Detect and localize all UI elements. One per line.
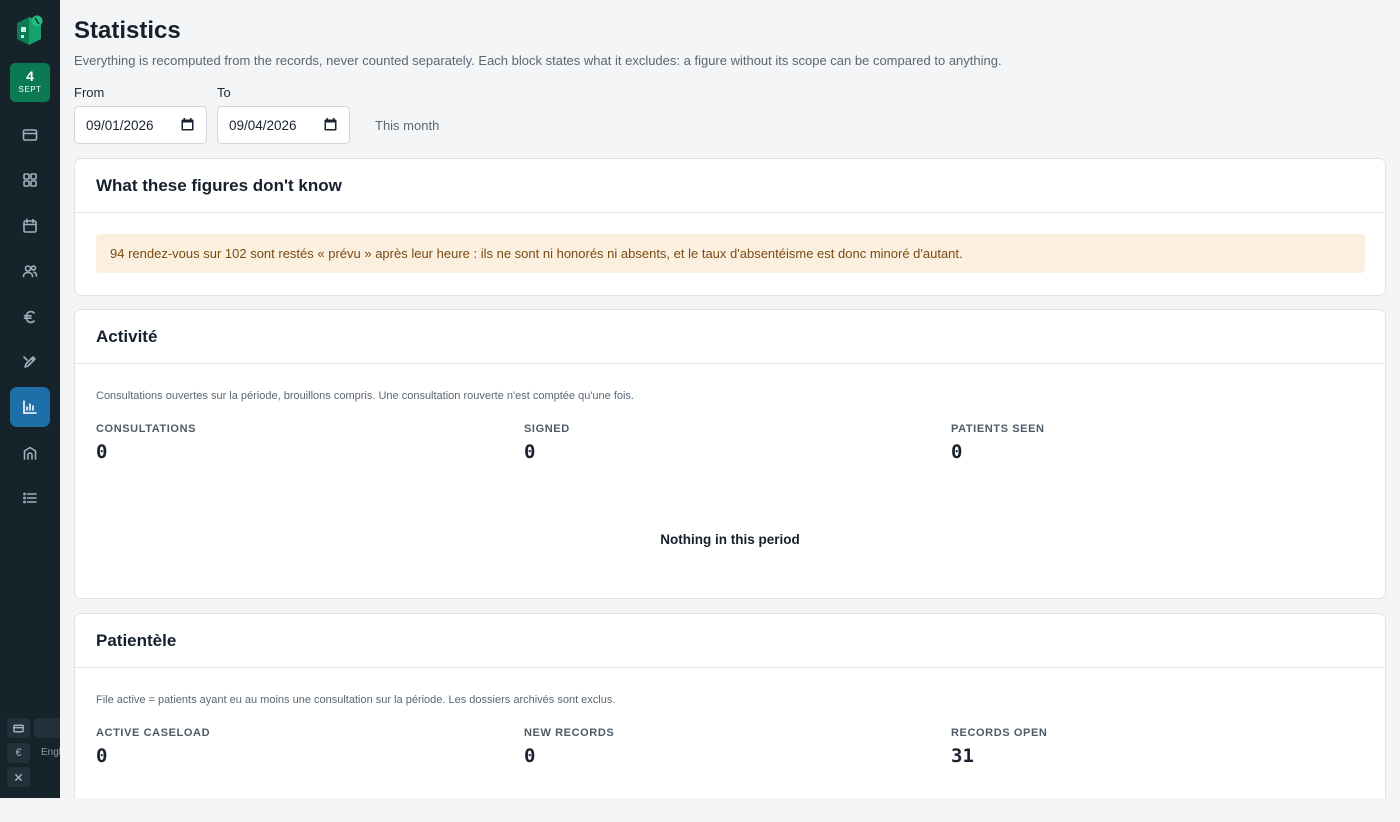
list-icon [23, 492, 37, 504]
bar-chart-icon [23, 400, 37, 414]
main-content: Statistics Everything is recomputed from… [60, 0, 1400, 798]
from-label: From [74, 85, 105, 100]
today-day: 4 [26, 68, 34, 84]
calendar-icon[interactable] [181, 118, 194, 131]
stat-label-consultations: CONSULTATIONS [96, 423, 197, 435]
activity-card: Activité Consultations ouvertes sur la p… [74, 309, 1386, 599]
calendar-icon[interactable] [324, 118, 337, 131]
caseload-card-title: Patientèle [75, 614, 1385, 668]
stat-label-active-caseload: ACTIVE CASELOAD [96, 727, 211, 739]
stat-value-records-open: 31 [951, 745, 974, 767]
stat-value-consultations: 0 [96, 441, 108, 463]
limits-card-title: What these figures don't know [75, 159, 1385, 213]
nav-finance[interactable] [10, 297, 50, 337]
billing-shortcut[interactable] [7, 718, 30, 738]
unresolved-appointments-warning: 94 rendez-vous sur 102 sont restés « pré… [96, 234, 1365, 273]
nav-dashboard[interactable] [10, 160, 50, 200]
credit-card-icon [22, 129, 38, 141]
calendar-icon [23, 218, 37, 233]
limits-card: What these figures don't know 94 rendez-… [74, 158, 1386, 296]
stat-value-new-records: 0 [524, 745, 536, 767]
language-selector[interactable]: English [41, 747, 60, 758]
close-icon [15, 773, 22, 781]
stat-value-signed: 0 [524, 441, 536, 463]
page-intro: Everything is recomputed from the record… [74, 53, 1002, 68]
page-title: Statistics [74, 17, 181, 44]
building-icon [23, 446, 37, 460]
nav-statistics[interactable] [10, 387, 50, 427]
today-badge[interactable]: 4 SEPT [10, 63, 50, 102]
credit-card-icon [13, 724, 24, 732]
euro-icon [23, 310, 35, 324]
stat-label-patients-seen: PATIENTS SEEN [951, 423, 1045, 435]
pen-icon [23, 356, 36, 368]
nav-tools[interactable] [10, 342, 50, 382]
from-date-input[interactable]: 09/01/2026 [74, 106, 207, 144]
this-month-button[interactable]: This month [375, 118, 439, 133]
grid-icon [23, 173, 37, 187]
to-date-input[interactable]: 09/04/2026 [217, 106, 350, 144]
nav-billing[interactable] [10, 115, 50, 155]
stat-label-records-open: RECORDS OPEN [951, 727, 1048, 739]
stat-label-new-records: NEW RECORDS [524, 727, 615, 739]
caseload-scope-note: File active = patients ayant eu au moins… [96, 694, 616, 706]
activity-card-title: Activité [75, 310, 1385, 364]
stat-value-patients-seen: 0 [951, 441, 963, 463]
caseload-card: Patientèle File active = patients ayant … [74, 613, 1386, 798]
stat-value-active-caseload: 0 [96, 745, 108, 767]
sidebar: 4 SEPT € English [0, 0, 60, 798]
users-icon [22, 265, 38, 278]
to-label: To [217, 85, 231, 100]
shortcut-pill[interactable] [34, 718, 60, 738]
from-date-value: 09/01/2026 [86, 117, 154, 133]
stat-label-signed: SIGNED [524, 423, 570, 435]
euro-icon: € [15, 747, 22, 759]
activity-scope-note: Consultations ouvertes sur la période, b… [96, 390, 634, 402]
nav-practice[interactable] [10, 433, 50, 473]
app-logo[interactable] [13, 13, 47, 47]
today-month: SEPT [18, 85, 42, 94]
empty-state-message: Nothing in this period [660, 532, 800, 547]
to-date-value: 09/04/2026 [229, 117, 297, 133]
nav-lists[interactable] [10, 478, 50, 518]
currency-selector[interactable]: € [7, 743, 30, 763]
nav-calendar[interactable] [10, 206, 50, 246]
nav-patients[interactable] [10, 251, 50, 291]
collapse-sidebar-button[interactable] [7, 767, 30, 787]
